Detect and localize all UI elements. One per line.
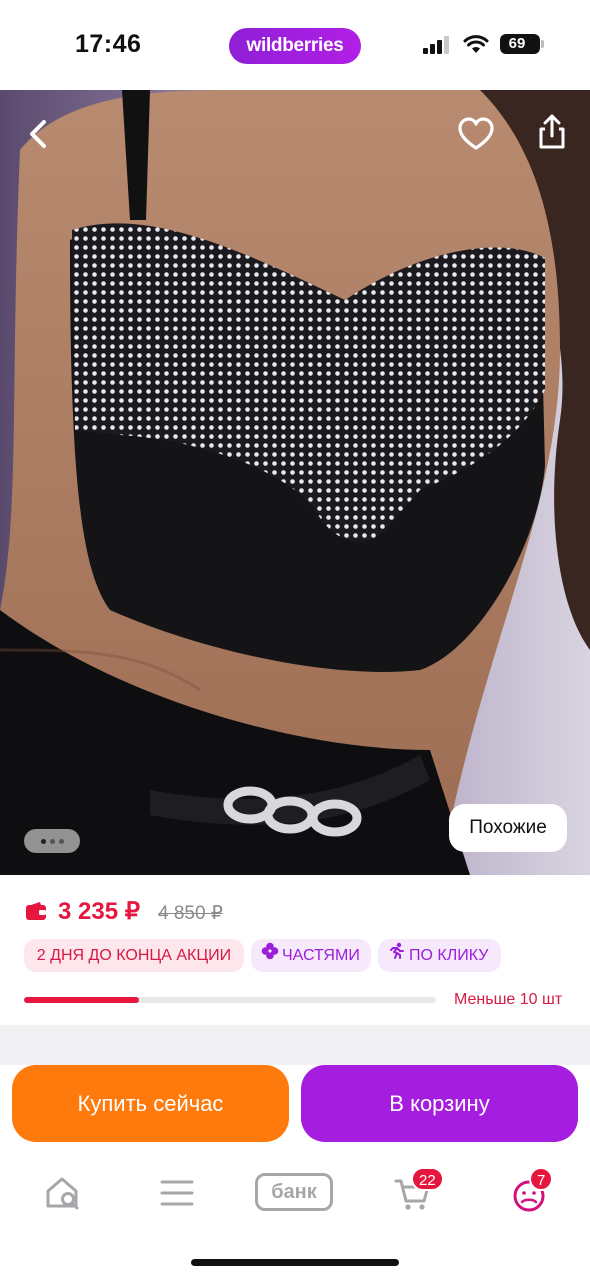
installments-chip[interactable]: ЧАСТЯМИ: [251, 939, 371, 972]
app-brand-pill: wildberries: [229, 28, 361, 64]
product-screen: 17:46 wildberries 69 Похожие 3 235 ₽ 4 8…: [0, 0, 590, 1280]
home-search-icon: [46, 1177, 79, 1210]
tab-home[interactable]: [40, 1168, 90, 1218]
status-bar: 17:46 wildberries 69: [0, 0, 590, 90]
share-button[interactable]: [528, 108, 576, 156]
battery-cap: [541, 40, 544, 48]
product-photo[interactable]: [0, 90, 590, 875]
stock-remaining-text: Меньше 10 шт: [454, 991, 563, 1008]
old-price: 4 850 ₽: [158, 903, 223, 924]
wifi-icon: [463, 34, 489, 54]
similar-button[interactable]: Похожие: [449, 804, 567, 852]
installments-label: ЧАСТЯМИ: [282, 947, 360, 964]
sale-countdown-chip[interactable]: 2 ДНЯ ДО КОНЦА АКЦИИ: [24, 939, 244, 972]
tab-catalog[interactable]: [152, 1168, 202, 1218]
battery-icon: 69: [500, 34, 540, 54]
current-price: 3 235 ₽: [58, 898, 140, 925]
menu-icon: [160, 1180, 194, 1206]
heart-icon: [458, 117, 494, 150]
running-person-icon: [388, 939, 406, 972]
carousel-dot: [59, 839, 64, 844]
buy-now-button[interactable]: Купить сейчас: [12, 1065, 289, 1142]
cart-count-badge: 22: [411, 1167, 444, 1191]
back-arrow-icon: [30, 120, 46, 148]
share-icon: [539, 114, 565, 149]
carousel-dot: [50, 839, 55, 844]
home-indicator: [191, 1259, 399, 1266]
favorite-button[interactable]: [452, 110, 500, 158]
one-click-chip[interactable]: ПО КЛИКУ: [378, 939, 501, 972]
carousel-dot: [41, 839, 46, 844]
cellular-signal-icon: [423, 36, 451, 54]
tab-bank[interactable]: банк: [255, 1173, 333, 1211]
one-click-label: ПО КЛИКУ: [409, 947, 489, 964]
sale-countdown-label: 2 ДНЯ ДО КОНЦА АКЦИИ: [36, 947, 232, 964]
carousel-indicator[interactable]: [24, 829, 80, 853]
back-button[interactable]: [14, 110, 62, 158]
clover-icon: [261, 939, 279, 972]
battery-level: 69: [508, 35, 526, 52]
status-time: 17:46: [75, 30, 142, 58]
stock-progress-bar: [24, 997, 436, 1003]
add-to-cart-button[interactable]: В корзину: [301, 1065, 578, 1142]
stock-progress-fill: [24, 997, 140, 1003]
wallet-icon: [25, 901, 47, 921]
section-divider: [0, 1025, 590, 1065]
